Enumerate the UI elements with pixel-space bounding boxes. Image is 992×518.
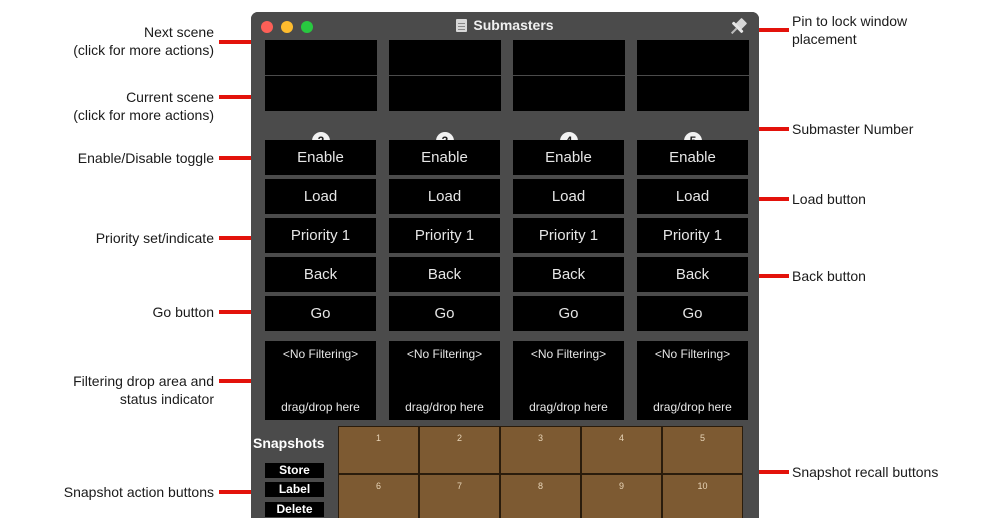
snapshot-number: 7: [456, 481, 462, 491]
priority-button[interactable]: Priority 1: [637, 218, 748, 253]
current-scene-5[interactable]: [637, 76, 749, 111]
filter-status: <No Filtering>: [530, 347, 607, 361]
annotation-line: (click for more actions): [73, 107, 214, 123]
snapshot-number: 6: [375, 481, 381, 491]
priority-button[interactable]: Priority 1: [389, 218, 500, 253]
snapshot-number: 10: [697, 481, 708, 491]
annotation-go-button: Go button: [152, 304, 215, 320]
current-scene-2[interactable]: [265, 76, 377, 111]
leader-line: [219, 95, 255, 99]
annotation-line: status indicator: [119, 391, 214, 407]
filter-drop-area[interactable]: <No Filtering> drag/drop here: [637, 341, 748, 420]
snapshot-button-6[interactable]: 6: [338, 474, 419, 518]
annotation-snapshot-recall: Snapshot recall buttons: [792, 464, 939, 480]
annotation-line: Filtering drop area and: [73, 373, 214, 389]
filter-drop-area[interactable]: <No Filtering> drag/drop here: [389, 341, 500, 420]
load-button[interactable]: Load: [265, 179, 376, 214]
filter-drop-area[interactable]: <No Filtering> drag/drop here: [265, 341, 376, 420]
snapshot-number: 5: [699, 433, 705, 443]
snapshot-button-8[interactable]: 8: [500, 474, 581, 518]
leader-line: [219, 156, 255, 160]
annotation-enable-toggle: Enable/Disable toggle: [77, 150, 214, 166]
enable-button[interactable]: Enable: [389, 140, 500, 175]
document-icon: [456, 19, 468, 32]
filter-hint: drag/drop here: [653, 400, 732, 414]
enable-button[interactable]: Enable: [265, 140, 376, 175]
next-scene-3[interactable]: [389, 40, 501, 75]
annotation-snapshot-actions: Snapshot action buttons: [63, 484, 214, 500]
back-button[interactable]: Back: [265, 257, 376, 292]
filter-hint: drag/drop here: [529, 400, 608, 414]
leader-line: [219, 379, 255, 383]
window-title: Submasters: [251, 17, 759, 33]
back-button[interactable]: Back: [389, 257, 500, 292]
annotation-line: Current scene: [126, 89, 214, 105]
snapshot-button-1[interactable]: 1: [338, 426, 419, 474]
submasters-window: Submasters 2 Enable Load Priority 1 Back…: [251, 12, 759, 518]
store-button[interactable]: Store: [265, 463, 324, 478]
next-scene-4[interactable]: [513, 40, 625, 75]
current-scene-3[interactable]: [389, 76, 501, 111]
filter-status: <No Filtering>: [282, 347, 359, 361]
label-button[interactable]: Label: [265, 482, 324, 497]
snapshot-button-3[interactable]: 3: [500, 426, 581, 474]
filter-hint: drag/drop here: [281, 400, 360, 414]
pin-icon[interactable]: [727, 16, 749, 43]
annotation-priority: Priority set/indicate: [95, 230, 214, 246]
window-title-text: Submasters: [473, 17, 554, 33]
delete-button[interactable]: Delete: [265, 502, 324, 517]
annotation-line: (click for more actions): [73, 42, 214, 58]
snapshot-number: 1: [375, 433, 381, 443]
annotation-next-scene: Next scene (click for more actions): [14, 23, 214, 59]
annotation-line: placement: [792, 31, 857, 47]
filter-status: <No Filtering>: [406, 347, 483, 361]
filter-hint: drag/drop here: [405, 400, 484, 414]
go-button[interactable]: Go: [637, 296, 748, 331]
snapshot-number: 4: [618, 433, 624, 443]
snapshot-button-9[interactable]: 9: [581, 474, 662, 518]
annotation-current-scene: Current scene (click for more actions): [14, 88, 214, 124]
snapshot-button-4[interactable]: 4: [581, 426, 662, 474]
back-button[interactable]: Back: [637, 257, 748, 292]
snapshot-number: 8: [537, 481, 543, 491]
priority-button[interactable]: Priority 1: [513, 218, 624, 253]
annotation-filter: Filtering drop area and status indicator: [14, 372, 214, 408]
current-scene-4[interactable]: [513, 76, 625, 111]
annotation-pin: Pin to lock window placement: [792, 12, 907, 48]
next-scene-2[interactable]: [265, 40, 377, 75]
go-button[interactable]: Go: [513, 296, 624, 331]
next-scene-5[interactable]: [637, 40, 749, 75]
snapshot-number: 3: [537, 433, 543, 443]
back-button[interactable]: Back: [513, 257, 624, 292]
snapshot-button-2[interactable]: 2: [419, 426, 500, 474]
annotation-back-button: Back button: [792, 268, 866, 284]
annotation-line: Pin to lock window: [792, 13, 908, 29]
snapshots-label: Snapshots: [253, 435, 325, 451]
annotation-load-button: Load button: [792, 191, 866, 207]
snapshot-button-5[interactable]: 5: [662, 426, 743, 474]
leader-line: [219, 310, 255, 314]
snapshot-number: 2: [456, 433, 462, 443]
filter-drop-area[interactable]: <No Filtering> drag/drop here: [513, 341, 624, 420]
annotation-submaster-number: Submaster Number: [792, 121, 914, 137]
leader-line: [219, 236, 255, 240]
enable-button[interactable]: Enable: [513, 140, 624, 175]
enable-button[interactable]: Enable: [637, 140, 748, 175]
priority-button[interactable]: Priority 1: [265, 218, 376, 253]
load-button[interactable]: Load: [637, 179, 748, 214]
snapshot-button-7[interactable]: 7: [419, 474, 500, 518]
filter-status: <No Filtering>: [654, 347, 731, 361]
snapshot-button-10[interactable]: 10: [662, 474, 743, 518]
annotation-line: Next scene: [143, 24, 214, 40]
title-bar[interactable]: Submasters: [251, 12, 759, 40]
leader-line: [219, 40, 255, 44]
load-button[interactable]: Load: [389, 179, 500, 214]
go-button[interactable]: Go: [389, 296, 500, 331]
load-button[interactable]: Load: [513, 179, 624, 214]
go-button[interactable]: Go: [265, 296, 376, 331]
snapshot-number: 9: [618, 481, 624, 491]
